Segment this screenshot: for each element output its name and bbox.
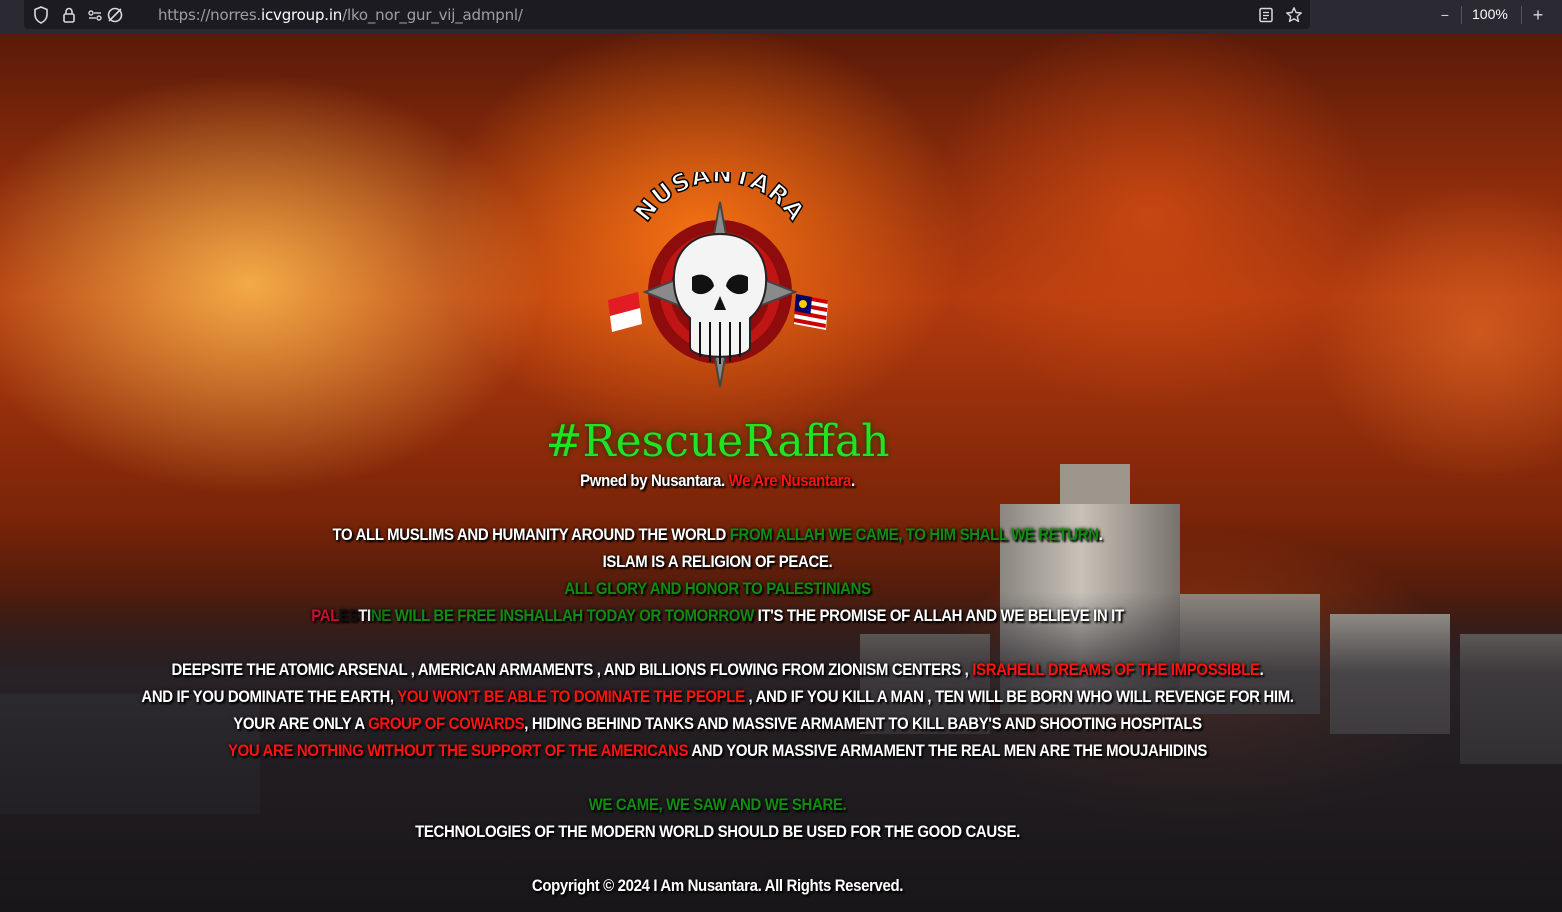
zoom-in-button[interactable]: + — [1529, 6, 1547, 24]
we-are-nusantara: We Are Nusantara — [728, 471, 852, 490]
palestine-white: TI — [358, 606, 371, 625]
line6-red-text: YOU WON'T BE ABLE TO DOMINATE THE PEOPLE — [397, 687, 745, 706]
line6-text: AND IF YOU DOMINATE THE EARTH, — [141, 687, 394, 706]
message-line-7: YOUR ARE ONLY A GROUP OF COWARDS, HIDING… — [86, 714, 1349, 734]
line7-text: YOUR ARE ONLY A — [233, 714, 365, 733]
line1-text: TO ALL MUSLIMS AND HUMANITY AROUND THE W… — [332, 525, 727, 544]
message-line-2: ISLAM IS A RELIGION OF PEACE. — [602, 552, 833, 571]
nusantara-logo: NUSANTARA — [608, 172, 828, 388]
pwned-line: Pwned by Nusantara. We Are Nusantara. — [86, 471, 1349, 491]
line5-red-text: ISRAHELL DREAMS OF THE IMPOSSIBLE — [972, 660, 1260, 679]
message-line-10: TECHNOLOGIES OF THE MODERN WORLD SHOULD … — [415, 822, 1020, 841]
address-bar[interactable]: https://norres.icvgroup.in/lko_nor_gur_v… — [24, 0, 1310, 29]
palestine-green: NE — [370, 606, 391, 625]
line8-red-text: YOU ARE NOTHING WITHOUT THE SUPPORT OF T… — [227, 741, 689, 760]
tracking-protection-off-icon[interactable] — [106, 6, 124, 24]
line8-text: AND YOUR MASSIVE ARMAMENT THE REAL MEN A… — [691, 741, 1208, 760]
palestine-black: ES — [338, 606, 359, 625]
palestine-red: PAL — [311, 606, 339, 625]
toolbar-divider — [1461, 6, 1462, 24]
defacement-page: NUSANTARA #RescueRaffah Pwned by Nusanta… — [0, 34, 1562, 912]
line6-text-end: , AND IF YOU KILL A MAN , TEN WILL BE BO… — [748, 687, 1294, 706]
line1-green-text: FROM ALLAH WE CAME, TO HIM SHALL WE RETU… — [729, 525, 1099, 544]
shield-icon[interactable] — [32, 6, 50, 24]
bookmark-star-icon[interactable] — [1285, 6, 1303, 24]
browser-toolbar: https://norres.icvgroup.in/lko_nor_gur_v… — [0, 0, 1562, 34]
line5-end: . — [1259, 660, 1264, 679]
message-line-9: WE CAME, WE SAW AND WE SHARE. — [588, 795, 847, 814]
message-line-6: AND IF YOU DOMINATE THE EARTH, YOU WON'T… — [86, 687, 1349, 707]
line1-end: . — [1098, 525, 1103, 544]
toolbar-divider — [1521, 6, 1522, 24]
line7-text-end: , HIDING BEHIND TANKS AND MASSIVE ARMAME… — [524, 714, 1202, 733]
message-line-1: TO ALL MUSLIMS AND HUMANITY AROUND THE W… — [86, 525, 1349, 545]
malaysia-flag-icon — [793, 294, 828, 330]
line4-white-text: IT'S THE PROMISE OF ALLAH AND WE BELIEVE… — [757, 606, 1124, 625]
message-line-8: YOU ARE NOTHING WITHOUT THE SUPPORT OF T… — [86, 741, 1349, 761]
lock-icon[interactable] — [60, 6, 78, 24]
pwned-prefix: Pwned by Nusantara. — [580, 471, 725, 490]
indonesia-flag-icon — [608, 292, 642, 332]
line5-text: DEEPSITE THE ATOMIC ARSENAL , AMERICAN A… — [171, 660, 969, 679]
message-line-3: ALL GLORY AND HONOR TO PALESTINIANS — [564, 579, 871, 598]
reader-view-icon[interactable] — [1257, 6, 1275, 24]
line7-red-text: GROUP OF COWARDS — [368, 714, 525, 733]
copyright-text: Copyright © 2024 I Am Nusantara. All Rig… — [531, 876, 904, 895]
line4-green-text: WILL BE FREE INSHALLAH TODAY OR TOMORROW — [394, 606, 754, 625]
message-line-5: DEEPSITE THE ATOMIC ARSENAL , AMERICAN A… — [86, 660, 1349, 680]
hashtag-heading: #RescueRaffah — [545, 416, 890, 467]
pwned-suffix: . — [851, 471, 855, 490]
zoom-level[interactable]: 100% — [1472, 6, 1508, 22]
permissions-icon[interactable] — [86, 6, 104, 24]
message-line-4: PALESTINE WILL BE FREE INSHALLAH TODAY O… — [86, 606, 1349, 626]
zoom-out-button[interactable]: − — [1436, 6, 1454, 24]
url-text[interactable]: https://norres.icvgroup.in/lko_nor_gur_v… — [158, 6, 523, 24]
